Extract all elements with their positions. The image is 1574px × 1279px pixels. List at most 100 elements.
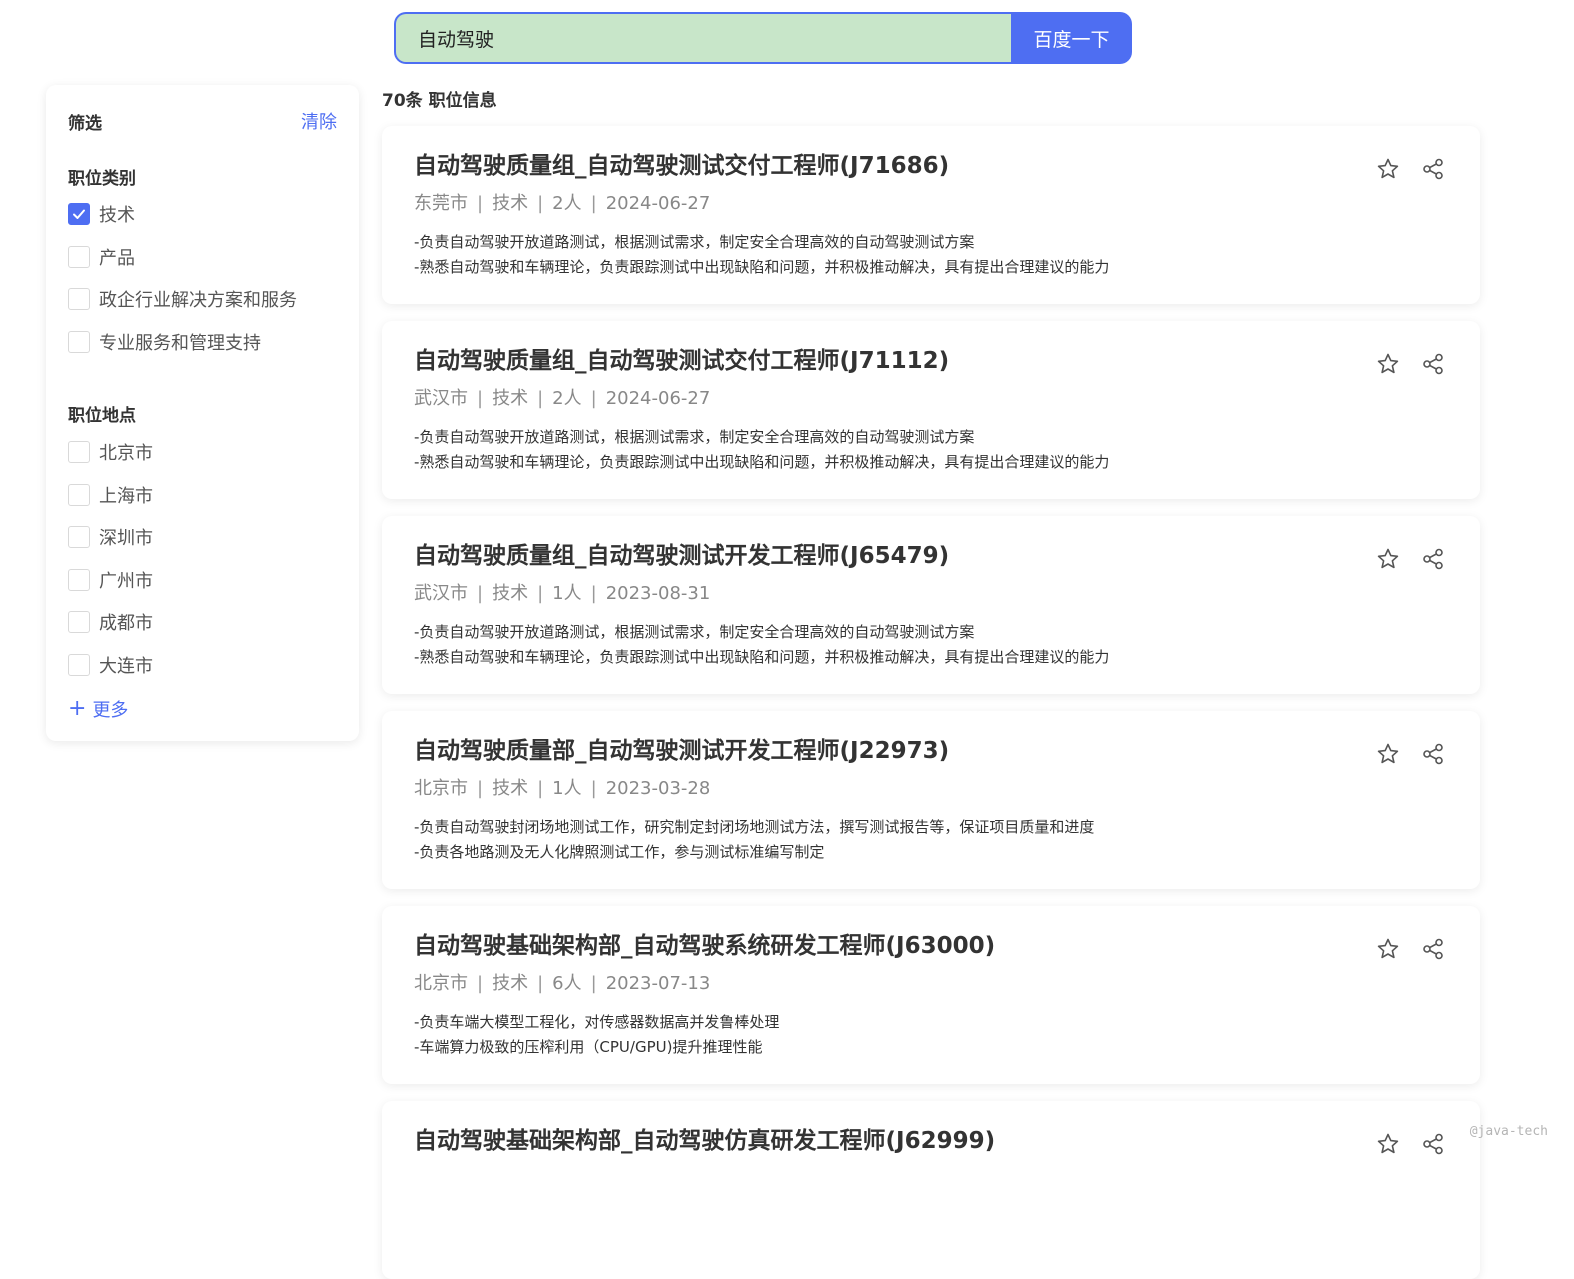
- filter-checkbox[interactable]: [68, 330, 90, 353]
- job-title[interactable]: 自动驾驶质量组_自动驾驶测试开发工程师(J65479): [414, 536, 949, 570]
- search-button[interactable]: 百度一下: [1011, 12, 1132, 64]
- share-button[interactable]: [1420, 156, 1445, 181]
- job-description: -负责自动驾驶开放道路测试，根据测试需求，制定安全合理高效的自动驾驶测试方案 -熟…: [414, 230, 1109, 280]
- job-title[interactable]: 自动驾驶基础架构部_自动驾驶系统研发工程师(J63000): [414, 926, 995, 960]
- location-options: 北京市上海市深圳市广州市成都市大连市: [68, 440, 337, 695]
- job-city: 武汉市: [414, 583, 468, 604]
- share-button[interactable]: [1420, 1131, 1445, 1156]
- filter-sidebar: 筛选 清除 职位类别 技术 产品 政企行业解决方案和服务 专业服务和管理支持 职位地点…: [46, 85, 359, 741]
- meta-separator: |: [537, 388, 544, 409]
- star-icon: [1377, 548, 1398, 568]
- job-desc-line: -负责自动驾驶开放道路测试，根据测试需求，制定安全合理高效的自动驾驶测试方案: [414, 428, 975, 446]
- filter-checkbox[interactable]: [68, 288, 90, 310]
- favorite-button[interactable]: [1375, 546, 1400, 571]
- card-actions: [1375, 936, 1445, 961]
- filter-checkbox[interactable]: [68, 483, 90, 506]
- star-icon: [1377, 158, 1398, 178]
- job-title[interactable]: 自动驾驶质量组_自动驾驶测试交付工程师(J71686): [414, 146, 949, 180]
- filter-option[interactable]: 北京市: [68, 440, 337, 464]
- favorite-button[interactable]: [1375, 351, 1400, 376]
- job-category: 技术: [492, 388, 529, 409]
- meta-separator: |: [537, 583, 544, 604]
- job-date: 2023-07-13: [605, 973, 711, 994]
- filter-option-label: 大连市: [99, 655, 153, 677]
- filter-option[interactable]: 上海市: [68, 483, 337, 507]
- share-button[interactable]: [1420, 936, 1445, 961]
- filter-option[interactable]: 广州市: [68, 568, 337, 592]
- result-count: 70条 职位信息: [382, 91, 497, 111]
- meta-separator: |: [590, 583, 597, 604]
- filter-option-label: 上海市: [99, 485, 153, 507]
- filter-checkbox[interactable]: [68, 526, 90, 548]
- filter-option[interactable]: 技术: [68, 202, 337, 226]
- job-title[interactable]: 自动驾驶质量组_自动驾驶测试交付工程师(J71112): [414, 341, 949, 375]
- meta-separator: |: [477, 193, 484, 214]
- job-meta: 武汉市 | 技术 | 1人 | 2023-08-31: [414, 579, 710, 605]
- search-input[interactable]: [394, 12, 1011, 64]
- job-desc-line: -熟悉自动驾驶和车辆理论，负责跟踪测试中出现缺陷和问题，并积极推动解决，具有提出…: [414, 258, 1110, 276]
- job-desc-line: -负责车端大模型工程化，对传感器数据高并发鲁棒处理: [414, 1013, 780, 1031]
- job-desc-line: -负责各地路测及无人化牌照测试工作，参与测试标准编写制定: [414, 843, 825, 861]
- filter-option-label: 技术: [99, 205, 135, 226]
- job-city: 北京市: [414, 973, 468, 994]
- share-button[interactable]: [1420, 351, 1445, 376]
- filter-option[interactable]: 深圳市: [68, 525, 337, 549]
- favorite-button[interactable]: [1375, 741, 1400, 766]
- job-card[interactable]: 自动驾驶基础架构部_自动驾驶系统研发工程师(J63000) 北京市 | 技术 | 6人 | 2…: [382, 906, 1480, 1084]
- job-category: 技术: [492, 973, 529, 994]
- job-headcount: 2人: [552, 193, 582, 214]
- job-date: 2024-06-27: [605, 388, 711, 409]
- filter-option-label: 成都市: [99, 613, 153, 634]
- job-headcount: 6人: [552, 973, 582, 994]
- meta-separator: |: [590, 388, 597, 409]
- favorite-button[interactable]: [1375, 156, 1400, 181]
- job-date: 2023-03-28: [605, 778, 711, 799]
- job-category: 技术: [492, 193, 529, 214]
- star-icon: [1377, 743, 1398, 763]
- filter-checkbox[interactable]: [68, 441, 90, 463]
- filter-checkbox[interactable]: [68, 611, 90, 633]
- job-card[interactable]: 自动驾驶质量组_自动驾驶测试交付工程师(J71112) 武汉市 | 技术 | 2人 | 202…: [382, 321, 1480, 499]
- share-icon: [1422, 548, 1443, 569]
- meta-separator: |: [477, 973, 484, 994]
- meta-separator: |: [590, 973, 597, 994]
- search-bar: 百度一下: [394, 12, 1132, 64]
- job-headcount: 1人: [552, 778, 582, 799]
- filter-option[interactable]: 专业服务和管理支持: [68, 330, 337, 354]
- job-headcount: 1人: [552, 583, 582, 604]
- job-desc-line: -车端算力极致的压榨利用（CPU/GPU)提升推理性能: [414, 1038, 763, 1056]
- favorite-button[interactable]: [1375, 1131, 1400, 1156]
- filter-checkbox[interactable]: [68, 653, 90, 676]
- filter-option[interactable]: 大连市: [68, 653, 337, 677]
- category-group-title: 职位类别: [68, 169, 136, 189]
- filter-checkbox[interactable]: [68, 203, 90, 225]
- job-card[interactable]: 自动驾驶基础架构部_自动驾驶仿真研发工程师(J62999): [382, 1101, 1480, 1279]
- filter-option[interactable]: 产品: [68, 245, 337, 269]
- share-button[interactable]: [1420, 741, 1445, 766]
- share-icon: [1422, 1133, 1443, 1154]
- filter-checkbox[interactable]: [68, 245, 90, 268]
- job-title[interactable]: 自动驾驶基础架构部_自动驾驶仿真研发工程师(J62999): [414, 1121, 995, 1155]
- job-city: 东莞市: [414, 193, 468, 214]
- star-icon: [1377, 353, 1398, 373]
- category-options: 技术产品政企行业解决方案和服务 专业服务和管理支持: [68, 202, 337, 372]
- star-icon: [1377, 1133, 1398, 1153]
- job-meta: 北京市 | 技术 | 1人 | 2023-03-28: [414, 774, 710, 800]
- filter-option[interactable]: 政企行业解决方案和服务: [68, 287, 337, 311]
- job-description: -负责自动驾驶封闭场地测试工作，研究制定封闭场地测试方法，撰写测试报告等，保证项…: [414, 815, 1094, 865]
- job-card[interactable]: 自动驾驶质量组_自动驾驶测试开发工程师(J65479) 武汉市 | 技术 | 1人 | 202…: [382, 516, 1480, 694]
- job-card[interactable]: 自动驾驶质量部_自动驾驶测试开发工程师(J22973) 北京市 | 技术 | 1人 | 202…: [382, 711, 1480, 889]
- job-description: -负责自动驾驶开放道路测试，根据测试需求，制定安全合理高效的自动驾驶测试方案 -熟…: [414, 620, 1109, 670]
- filter-option-label: 产品: [99, 247, 135, 269]
- check-icon: [73, 209, 85, 219]
- job-city: 武汉市: [414, 388, 468, 409]
- job-description: -负责自动驾驶开放道路测试，根据测试需求，制定安全合理高效的自动驾驶测试方案 -熟…: [414, 425, 1109, 475]
- clear-filters-link[interactable]: 清除: [301, 108, 337, 134]
- filter-option[interactable]: 成都市: [68, 610, 337, 634]
- filter-checkbox[interactable]: [68, 568, 90, 591]
- job-card[interactable]: 自动驾驶质量组_自动驾驶测试交付工程师(J71686) 东莞市 | 技术 | 2人 | 202…: [382, 126, 1480, 304]
- share-button[interactable]: [1420, 546, 1445, 571]
- more-locations-link[interactable]: + 更多: [68, 696, 128, 722]
- favorite-button[interactable]: [1375, 936, 1400, 961]
- job-title[interactable]: 自动驾驶质量部_自动驾驶测试开发工程师(J22973): [414, 731, 949, 765]
